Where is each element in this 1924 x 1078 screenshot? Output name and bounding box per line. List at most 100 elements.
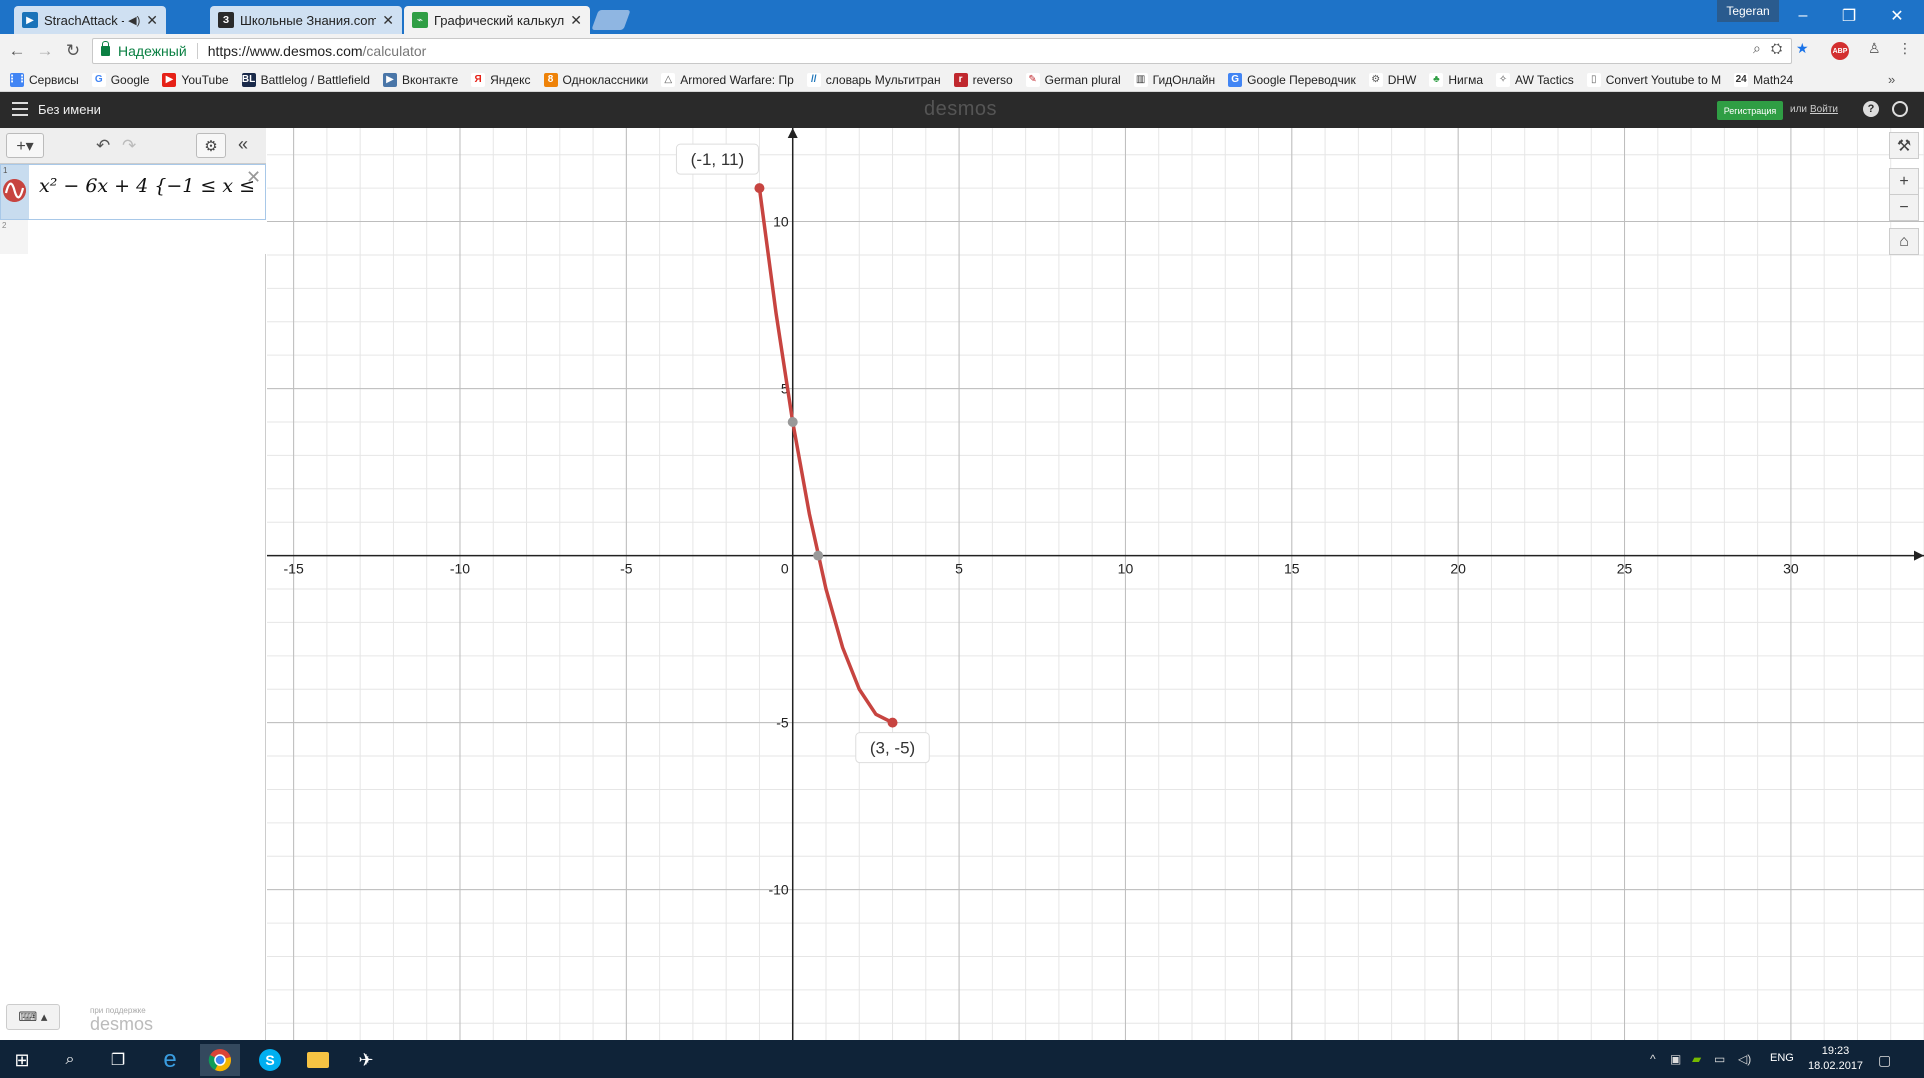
close-tab-icon[interactable]: ✕	[146, 12, 158, 29]
edge-icon[interactable]: e	[150, 1044, 190, 1076]
desmos-icon: ⌁	[412, 12, 428, 28]
star-icon[interactable]: ★	[1796, 40, 1809, 57]
task-view-icon[interactable]: ❐	[98, 1044, 138, 1076]
expression-row-empty[interactable]: 2	[0, 220, 266, 254]
expression-panel: +▾ ↶ ↷ ⚙ « 1 x² − 6x + 4 {−1 ≤ x ≤ ✕ 2 ⌨…	[0, 128, 266, 1040]
bookmark-item[interactable]: Я Яндекс	[471, 72, 531, 87]
home-icon[interactable]: ⌂	[1889, 228, 1919, 255]
bookmark-item[interactable]: ✎ German plural	[1025, 72, 1121, 87]
file-explorer-icon[interactable]	[298, 1044, 338, 1076]
bookmark-item[interactable]: ▶ Вконтакте	[382, 72, 458, 87]
new-tab-button[interactable]	[591, 10, 631, 30]
graph-settings-wrench-icon[interactable]: ⚒	[1889, 132, 1919, 159]
apps-icon: ⋮⋮	[7, 72, 27, 87]
close-tab-icon[interactable]: ✕	[570, 12, 582, 29]
expression-math[interactable]: x² − 6x + 4 {−1 ≤ x ≤	[39, 175, 255, 197]
bookmark-item[interactable]: G Google	[91, 72, 149, 87]
app: ▶ StrachAttack - Shimm ◀) ✕ З Школьные З…	[0, 0, 1924, 1078]
bookmark-item[interactable]: BL Battlelog / Battlefield	[241, 72, 370, 87]
bookmark-item[interactable]: 8 Одноклассники	[543, 72, 648, 87]
address-bar[interactable]: Надежный https://www.desmos.com/calculat…	[92, 38, 1792, 64]
bookmark-item[interactable]: ♣ Нигма	[1429, 72, 1483, 87]
minimize-icon[interactable]: –	[1780, 0, 1826, 32]
graph-style-icon[interactable]	[3, 179, 26, 202]
vk-icon: ▶	[382, 72, 397, 87]
adblock-icon[interactable]: ABP	[1831, 42, 1849, 60]
search-icon[interactable]: ⌕	[50, 1044, 90, 1076]
zoom-icon[interactable]: ⌕	[1753, 40, 1761, 57]
tab-title: Школьные Знания.com	[240, 12, 377, 28]
keyboard-toggle-button[interactable]: ⌨ ▴	[6, 1004, 60, 1030]
windows-taskbar: ⊞ ⌕ ❐ e S ✈ ^ ▣ ▰ ▭ ◁) ENG 19:23 18.02.2…	[0, 1040, 1924, 1078]
tab-desmos[interactable]: ⌁ Графический калькулят ✕	[404, 6, 590, 34]
bookmark-item[interactable]: ⋮⋮ Сервисы	[7, 72, 79, 87]
expression-index: 1	[3, 166, 8, 175]
notifications-icon[interactable]: ▢	[1878, 1052, 1891, 1069]
help-icon[interactable]: ?	[1863, 101, 1879, 117]
bookmark-item[interactable]: ▥ ГидОнлайн	[1133, 72, 1216, 87]
reload-icon[interactable]: ↻	[62, 40, 84, 62]
maximize-icon[interactable]: ❐	[1826, 0, 1872, 32]
nvidia-icon[interactable]: ▰	[1692, 1052, 1701, 1066]
bookmark-item[interactable]: △ Armored Warfare: Пр	[661, 72, 794, 87]
collapse-panel-icon[interactable]: «	[238, 134, 248, 155]
bookmarks-overflow-icon[interactable]: »	[1888, 72, 1906, 87]
expression-row[interactable]: 1 x² − 6x + 4 {−1 ≤ x ≤ ✕	[0, 164, 266, 220]
chrome-icon[interactable]	[200, 1044, 240, 1076]
yandex-icon: Я	[471, 72, 486, 87]
zoom-in-icon[interactable]: +	[1889, 168, 1919, 195]
network-icon[interactable]: ▭	[1714, 1052, 1725, 1066]
skype-icon[interactable]: S	[250, 1044, 290, 1076]
bookmark-label: Convert Youtube to M	[1605, 72, 1722, 87]
profile-button[interactable]: Tegeran	[1717, 0, 1779, 22]
bookmark-item[interactable]: ▶ YouTube	[162, 72, 229, 87]
clock[interactable]: 19:23 18.02.2017	[1808, 1044, 1863, 1074]
redo-icon[interactable]: ↷	[122, 136, 136, 156]
language-indicator[interactable]: ENG	[1770, 1052, 1794, 1064]
translate-icon[interactable]: ⛭	[1771, 40, 1782, 57]
bookmark-item[interactable]: ⚙ DHW	[1368, 72, 1416, 87]
expression-tab[interactable]: 1	[1, 165, 29, 219]
app-bird-icon[interactable]: ✈	[346, 1044, 386, 1076]
bookmark-item[interactable]: G Google Переводчик	[1228, 72, 1356, 87]
register-button[interactable]: Регистрация	[1717, 101, 1783, 120]
sound-icon[interactable]: ◀)	[128, 14, 140, 27]
tab-title: StrachAttack - Shimm	[44, 12, 124, 28]
german-plural-icon: ✎	[1025, 72, 1040, 87]
extension-icon[interactable]: ♙	[1868, 40, 1881, 57]
settings-gear-icon[interactable]: ⚙	[196, 133, 226, 158]
separator	[196, 43, 198, 59]
x-tick-label: 10	[1118, 561, 1134, 577]
clock-date: 18.02.2017	[1808, 1060, 1864, 1072]
bookmark-label: ГидОнлайн	[1152, 72, 1216, 87]
tray-app-icon[interactable]: ▣	[1670, 1052, 1681, 1066]
tray-chevron-icon[interactable]: ^	[1650, 1052, 1656, 1066]
bookmark-item[interactable]: r reverso	[953, 72, 1013, 87]
bookmark-item[interactable]: ✧ AW Tactics	[1496, 72, 1574, 87]
add-item-button[interactable]: +▾	[6, 133, 44, 158]
undo-icon[interactable]: ↶	[96, 136, 110, 156]
bookmark-item[interactable]: // словарь Мультитран	[806, 72, 941, 87]
volume-icon[interactable]: ◁)	[1738, 1052, 1751, 1066]
login-link[interactable]: Войти	[1810, 104, 1838, 115]
forward-icon[interactable]: →	[34, 40, 56, 62]
bookmark-item[interactable]: 24 Math24	[1734, 72, 1793, 87]
x-tick-label: -15	[284, 561, 304, 577]
gidonline-icon: ▥	[1133, 72, 1148, 87]
zoom-out-icon[interactable]: −	[1889, 194, 1919, 221]
delete-expression-icon[interactable]: ✕	[246, 167, 261, 188]
graph-svg[interactable]: -15 -10 -5 0 5 10 15 20 25 30105-5-10(-1, 11)(3, …	[267, 128, 1924, 1040]
graph-title[interactable]: Без имени	[38, 102, 101, 117]
close-tab-icon[interactable]: ✕	[382, 12, 394, 29]
hamburger-menu-icon[interactable]	[12, 102, 28, 116]
back-icon[interactable]: ←	[6, 40, 28, 62]
windows-start-icon[interactable]: ⊞	[2, 1044, 42, 1076]
graph-paper[interactable]: -15 -10 -5 0 5 10 15 20 25 30 10 5 -5 -10 (-1, 11) (3, …	[267, 128, 1924, 1040]
tab-znaniya[interactable]: З Школьные Знания.com ✕	[210, 6, 402, 34]
bookmark-item[interactable]: ▯ Convert Youtube to M	[1586, 72, 1722, 87]
close-window-icon[interactable]: ✕	[1874, 0, 1920, 32]
language-globe-icon[interactable]	[1892, 101, 1908, 117]
tab-strachattack[interactable]: ▶ StrachAttack - Shimm ◀) ✕	[14, 6, 166, 34]
menu-icon[interactable]: ⋮	[1898, 40, 1912, 57]
bookmark-label: Battlelog / Battlefield	[260, 72, 370, 87]
